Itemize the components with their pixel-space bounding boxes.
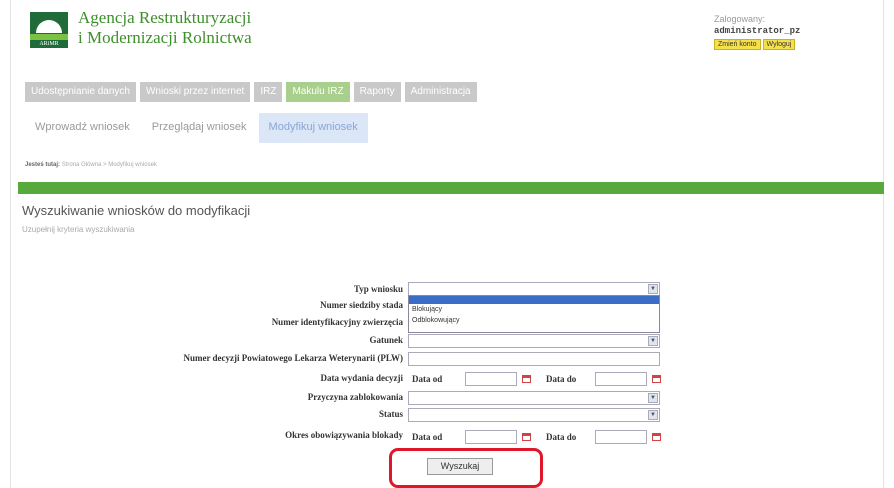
calendar-icon[interactable] xyxy=(652,431,664,442)
chevron-down-icon[interactable]: ▼ xyxy=(648,336,658,346)
nav-irz[interactable]: IRZ xyxy=(254,82,283,102)
okres-do-label: Data do xyxy=(546,432,577,442)
label-okres: Okres obowiązywania blokady xyxy=(285,430,403,440)
typ-wniosku-select[interactable]: ▼ xyxy=(408,282,660,296)
label-typ-wniosku: Typ wniosku xyxy=(353,284,403,294)
gatunek-select[interactable]: ▼ xyxy=(408,334,660,348)
tab-przegladaj[interactable]: Przeglądaj wniosek xyxy=(142,113,257,143)
data-wydania-do-input[interactable] xyxy=(595,372,647,386)
login-label: Zalogowany: xyxy=(714,14,766,24)
agency-name: Agencja Restrukturyzacji i Modernizacji … xyxy=(78,8,252,48)
label-status: Status xyxy=(378,409,403,419)
calendar-icon[interactable] xyxy=(522,373,534,384)
status-select[interactable]: ▼ xyxy=(408,408,660,422)
label-data-wydania: Data wydania decyzji xyxy=(320,373,404,383)
green-divider xyxy=(18,182,884,194)
sun-icon xyxy=(36,20,62,33)
search-button[interactable]: Wyszukaj xyxy=(427,458,493,475)
logout-button[interactable]: Wyloguj xyxy=(762,39,796,50)
calendar-icon[interactable] xyxy=(652,373,664,384)
calendar-icon[interactable] xyxy=(522,431,534,442)
agency-line-1: Agencja Restrukturyzacji xyxy=(78,8,252,27)
nav-udostepnianie[interactable]: Udostępnianie danych xyxy=(25,82,136,102)
okres-od-input[interactable] xyxy=(465,430,517,444)
dropdown-option-odblokowujacy[interactable]: Odblokowujący xyxy=(409,315,659,326)
data-wydania-od-label: Data od xyxy=(412,374,443,384)
field-icon xyxy=(30,34,68,40)
dropdown-option-blokujacy[interactable]: Blokujący xyxy=(409,304,659,315)
nav-wnioski-internet[interactable]: Wnioski przez internet xyxy=(139,82,251,102)
label-przyczyna: Przyczyna zablokowania xyxy=(307,392,403,402)
chevron-down-icon[interactable]: ▼ xyxy=(648,410,658,420)
data-wydania-od-input[interactable] xyxy=(465,372,517,386)
dropdown-option-empty[interactable] xyxy=(409,296,659,304)
label-numer-decyzji: Numer decyzji Powiatowego Lekarza Wetery… xyxy=(183,353,403,363)
page-title: Wyszukiwanie wniosków do modyfikacji xyxy=(22,203,251,218)
breadcrumb: Jesteś tutaj: Strona Główna > Modyfikuj … xyxy=(25,162,157,168)
label-numer-siedziby: Numer siedziby stada xyxy=(320,300,403,310)
chevron-down-icon[interactable]: ▼ xyxy=(648,393,658,403)
arimr-logo: ARiMR xyxy=(30,12,68,48)
label-gatunek: Gatunek xyxy=(369,335,403,345)
page-subtitle: Uzupełnij kryteria wyszukiwania xyxy=(22,225,135,234)
breadcrumb-prefix: Jesteś tutaj: xyxy=(25,162,61,168)
label-numer-identyfikacyjny: Numer identyfikacyjny zwierzęcia xyxy=(271,317,403,327)
nav-administracja[interactable]: Administracja xyxy=(404,82,477,102)
breadcrumb-path[interactable]: Strona Główna > Modyfikuj wniosek xyxy=(62,162,157,168)
login-panel: Zalogowany: administrator_pz Zmień konto… xyxy=(714,14,834,50)
tab-wprowadz[interactable]: Wprowadź wniosek xyxy=(25,113,140,143)
chevron-down-icon[interactable]: ▼ xyxy=(648,284,658,294)
okres-do-input[interactable] xyxy=(595,430,647,444)
logo-abbr: ARiMR xyxy=(39,41,59,47)
sub-nav: Wprowadź wniosek Przeglądaj wniosek Mody… xyxy=(25,113,368,143)
nav-makulu-irz[interactable]: Makulu IRZ xyxy=(286,82,350,102)
typ-wniosku-dropdown-list[interactable]: Blokujący Odblokowujący xyxy=(408,295,660,333)
nav-raporty[interactable]: Raporty xyxy=(353,82,401,102)
data-wydania-do-label: Data do xyxy=(546,374,577,384)
main-nav: Udostępnianie danych Wnioski przez inter… xyxy=(25,82,477,102)
tab-modyfikuj[interactable]: Modyfikuj wniosek xyxy=(258,113,368,143)
agency-line-2: i Modernizacji Rolnictwa xyxy=(78,28,252,47)
change-account-button[interactable]: Zmień konto xyxy=(714,39,761,50)
okres-od-label: Data od xyxy=(412,432,443,442)
numer-decyzji-input[interactable] xyxy=(408,352,660,366)
username: administrator_pz xyxy=(714,26,801,36)
przyczyna-select[interactable]: ▼ xyxy=(408,391,660,405)
